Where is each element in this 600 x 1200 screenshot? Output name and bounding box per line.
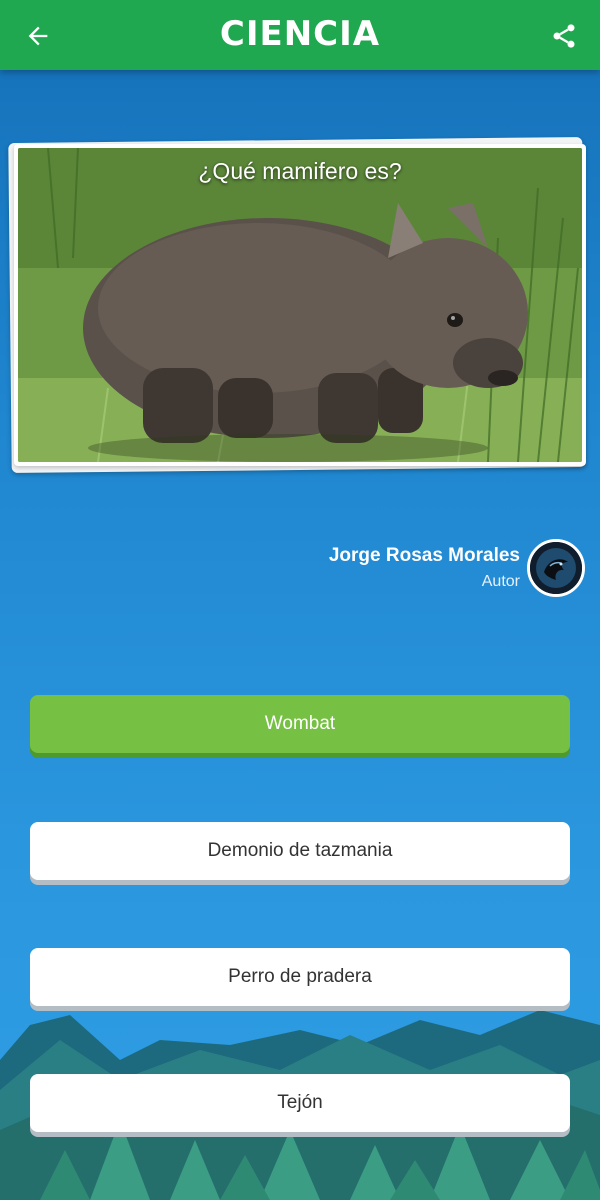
wombat-photo: ¿Qué mamifero es? — [18, 148, 582, 462]
page-title: CIENCIA — [219, 14, 381, 54]
answer-option-1[interactable]: Wombat — [30, 695, 570, 753]
top-app-bar: CIENCIA — [0, 0, 600, 70]
answer-option-2[interactable]: Demonio de tazmania — [30, 822, 570, 880]
share-button[interactable] — [544, 16, 584, 56]
question-card: ¿Qué mamifero es? — [14, 144, 586, 466]
author-name: Jorge Rosas Morales — [328, 545, 520, 566]
answer-option-3[interactable]: Perro de pradera — [30, 948, 570, 1006]
dragon-avatar — [530, 542, 582, 594]
wombat-illustration — [18, 148, 582, 462]
question-text: ¿Qué mamifero es? — [198, 158, 402, 184]
author-avatar[interactable] — [527, 539, 585, 597]
share-icon — [553, 24, 575, 48]
author-role: Autor — [481, 573, 520, 590]
answer-option-4[interactable]: Tejón — [30, 1074, 570, 1132]
